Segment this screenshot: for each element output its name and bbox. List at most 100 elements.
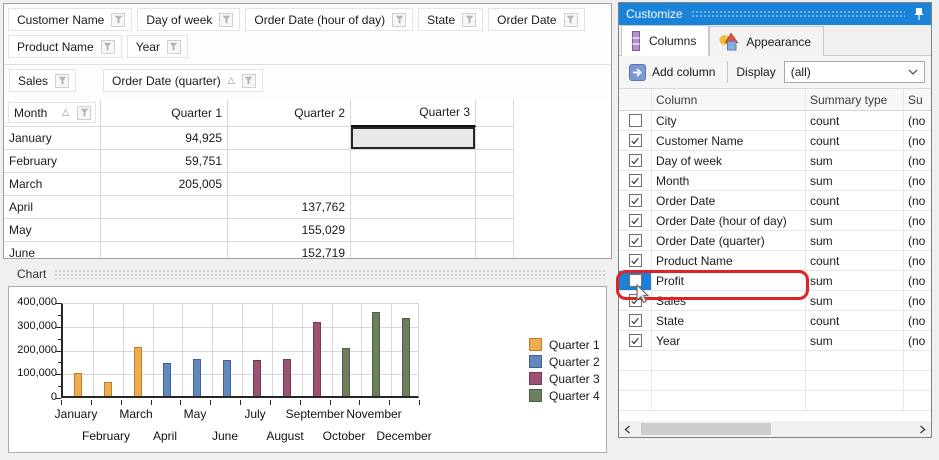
column-row-order-date[interactable]: Order Date count (no — [619, 191, 931, 211]
filter-icon[interactable] — [111, 12, 126, 27]
column-name-cell[interactable]: Month — [652, 171, 806, 190]
column-name-cell[interactable]: Customer Name — [652, 131, 806, 150]
summary-type-cell[interactable]: sum — [806, 271, 904, 290]
extra-cell[interactable]: (no — [904, 251, 931, 270]
column-row-state[interactable]: State count (no — [619, 311, 931, 331]
checkbox-cell[interactable] — [619, 191, 652, 210]
column-row-day-of-week[interactable]: Day of week sum (no — [619, 151, 931, 171]
data-field-sales[interactable]: Sales — [9, 69, 77, 92]
checkbox-cell[interactable] — [619, 331, 652, 350]
filter-field-product-name[interactable]: Product Name — [8, 35, 122, 58]
data-cell[interactable] — [351, 173, 476, 196]
checkbox-checked[interactable] — [628, 294, 642, 307]
checkbox-unchecked[interactable] — [628, 114, 642, 127]
summary-type-cell[interactable]: sum — [806, 291, 904, 310]
column-row-month[interactable]: Month sum (no — [619, 171, 931, 191]
checkbox-checked[interactable] — [628, 214, 642, 227]
checkbox-cell[interactable] — [619, 271, 652, 290]
row-header-february[interactable]: February — [4, 150, 101, 173]
row-header-june[interactable]: June — [4, 242, 101, 258]
checkbox-checked[interactable] — [628, 134, 642, 147]
filter-field-day-of-week[interactable]: Day of week — [137, 8, 241, 31]
extra-cell[interactable]: (no — [904, 331, 931, 350]
data-cell[interactable]: 205,005 — [101, 173, 228, 196]
extra-cell[interactable]: (no — [904, 291, 931, 310]
horizontal-scrollbar[interactable] — [619, 421, 931, 437]
column-row-order-date-quarter-[interactable]: Order Date (quarter) sum (no — [619, 231, 931, 251]
extra-cell[interactable]: (no — [904, 271, 931, 290]
data-cell[interactable]: 152,719 — [228, 242, 351, 258]
data-cell[interactable] — [228, 150, 351, 173]
filter-field-state[interactable]: State — [418, 8, 484, 31]
checkbox-unchecked[interactable] — [628, 274, 642, 287]
summary-type-cell[interactable]: count — [806, 131, 904, 150]
summary-type-cell[interactable]: sum — [806, 151, 904, 170]
extra-header[interactable]: Su — [904, 89, 931, 110]
column-name-cell[interactable]: Sales — [652, 291, 806, 310]
data-cell[interactable] — [351, 196, 476, 219]
summary-type-cell[interactable]: sum — [806, 211, 904, 230]
column-name-cell[interactable]: City — [652, 111, 806, 130]
checkbox-cell[interactable] — [619, 111, 652, 130]
filter-icon[interactable] — [100, 39, 115, 54]
column-name-cell[interactable]: Product Name — [652, 251, 806, 270]
checkbox-cell[interactable] — [619, 231, 652, 250]
tab-columns[interactable]: Columns — [621, 25, 710, 56]
checkbox-checked[interactable] — [628, 174, 642, 187]
checkbox-checked[interactable] — [628, 154, 642, 167]
summary-type-cell[interactable]: sum — [806, 331, 904, 350]
data-cell[interactable] — [228, 127, 351, 150]
filter-icon[interactable] — [77, 105, 91, 120]
summary-type-cell[interactable]: sum — [806, 231, 904, 250]
data-cell[interactable]: 137,762 — [228, 196, 351, 219]
checkbox-checked[interactable] — [628, 194, 642, 207]
filter-icon[interactable] — [392, 12, 407, 27]
data-cell[interactable] — [228, 173, 351, 196]
column-check-header[interactable] — [619, 89, 652, 110]
column-name-header[interactable]: Column — [652, 89, 806, 110]
data-cell[interactable] — [351, 219, 476, 242]
data-cell[interactable] — [351, 242, 476, 258]
data-cell[interactable]: 94,925 — [101, 127, 228, 150]
add-column-button[interactable]: Add column — [625, 60, 723, 84]
pin-icon[interactable] — [913, 7, 925, 21]
column-name-cell[interactable]: Order Date (hour of day) — [652, 211, 806, 230]
checkbox-checked[interactable] — [628, 234, 642, 247]
checkbox-cell[interactable] — [619, 151, 652, 170]
summary-type-cell[interactable]: count — [806, 251, 904, 270]
row-field-month[interactable]: Month △ — [4, 99, 101, 127]
extra-cell[interactable]: (no — [904, 131, 931, 150]
column-row-order-date-hour-of-day-[interactable]: Order Date (hour of day) sum (no — [619, 211, 931, 231]
column-header-quarter-2[interactable]: Quarter 2 — [228, 99, 351, 127]
filter-icon[interactable] — [462, 12, 477, 27]
column-name-cell[interactable]: Profit — [652, 271, 806, 290]
data-cell[interactable] — [101, 196, 228, 219]
extra-cell[interactable]: (no — [904, 151, 931, 170]
column-name-cell[interactable]: State — [652, 311, 806, 330]
checkbox-checked[interactable] — [628, 314, 642, 327]
column-row-product-name[interactable]: Product Name count (no — [619, 251, 931, 271]
scroll-right-arrow[interactable] — [914, 421, 931, 437]
filter-icon[interactable] — [219, 12, 234, 27]
display-dropdown[interactable]: (all) — [783, 61, 925, 83]
column-name-cell[interactable]: Order Date — [652, 191, 806, 210]
extra-cell[interactable]: (no — [904, 111, 931, 130]
data-cell[interactable] — [101, 219, 228, 242]
filter-field-order-date[interactable]: Order Date — [488, 8, 585, 31]
column-row-customer-name[interactable]: Customer Name count (no — [619, 131, 931, 151]
column-header-quarter-3[interactable]: Quarter 3 — [351, 99, 476, 127]
column-row-city[interactable]: City count (no — [619, 111, 931, 131]
filter-icon[interactable] — [55, 73, 70, 88]
filter-icon[interactable] — [241, 73, 256, 88]
filter-icon[interactable] — [166, 39, 181, 54]
data-cell[interactable] — [351, 150, 476, 173]
extra-cell[interactable]: (no — [904, 211, 931, 230]
extra-cell[interactable]: (no — [904, 311, 931, 330]
filter-icon[interactable] — [563, 12, 578, 27]
extra-cell[interactable]: (no — [904, 231, 931, 250]
column-row-profit[interactable]: Profit sum (no — [619, 271, 931, 291]
row-header-may[interactable]: May — [4, 219, 101, 242]
selected-cell[interactable] — [351, 127, 476, 150]
filter-field-year[interactable]: Year — [126, 35, 188, 58]
column-field-order-date-quarter[interactable]: Order Date (quarter) △ — [103, 69, 263, 92]
